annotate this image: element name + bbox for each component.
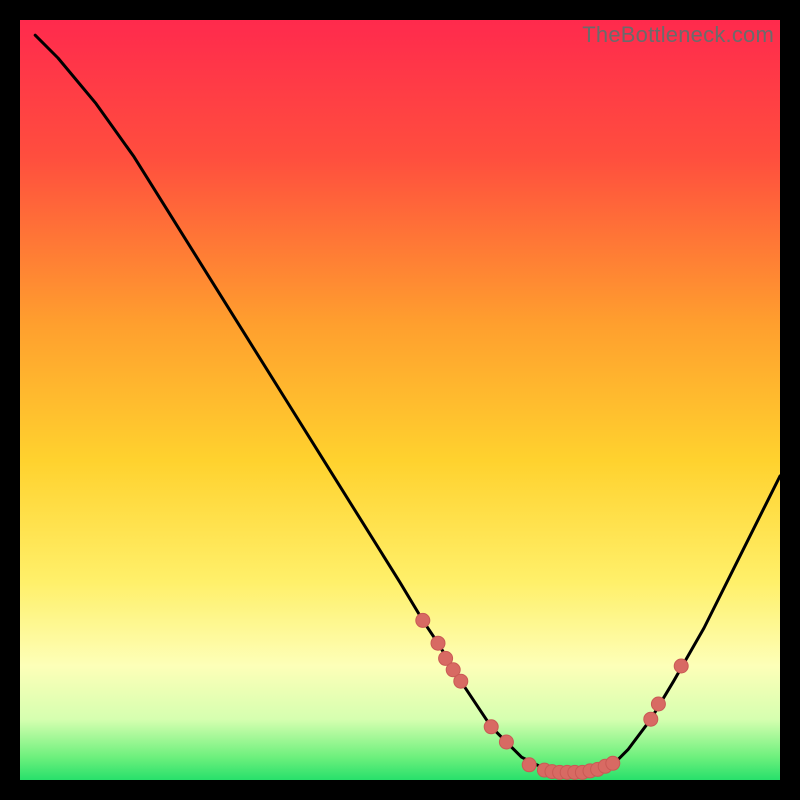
data-marker [674, 659, 688, 673]
watermark-text: TheBottleneck.com [582, 22, 774, 48]
data-marker [454, 674, 468, 688]
data-marker [606, 756, 620, 770]
data-marker [416, 613, 430, 627]
chart-frame: TheBottleneck.com [20, 20, 780, 780]
heat-gradient-bg [20, 20, 780, 780]
data-marker [522, 758, 536, 772]
data-marker [431, 636, 445, 650]
data-marker [499, 735, 513, 749]
data-marker [644, 712, 658, 726]
bottleneck-chart [20, 20, 780, 780]
data-marker [484, 720, 498, 734]
data-marker [651, 697, 665, 711]
